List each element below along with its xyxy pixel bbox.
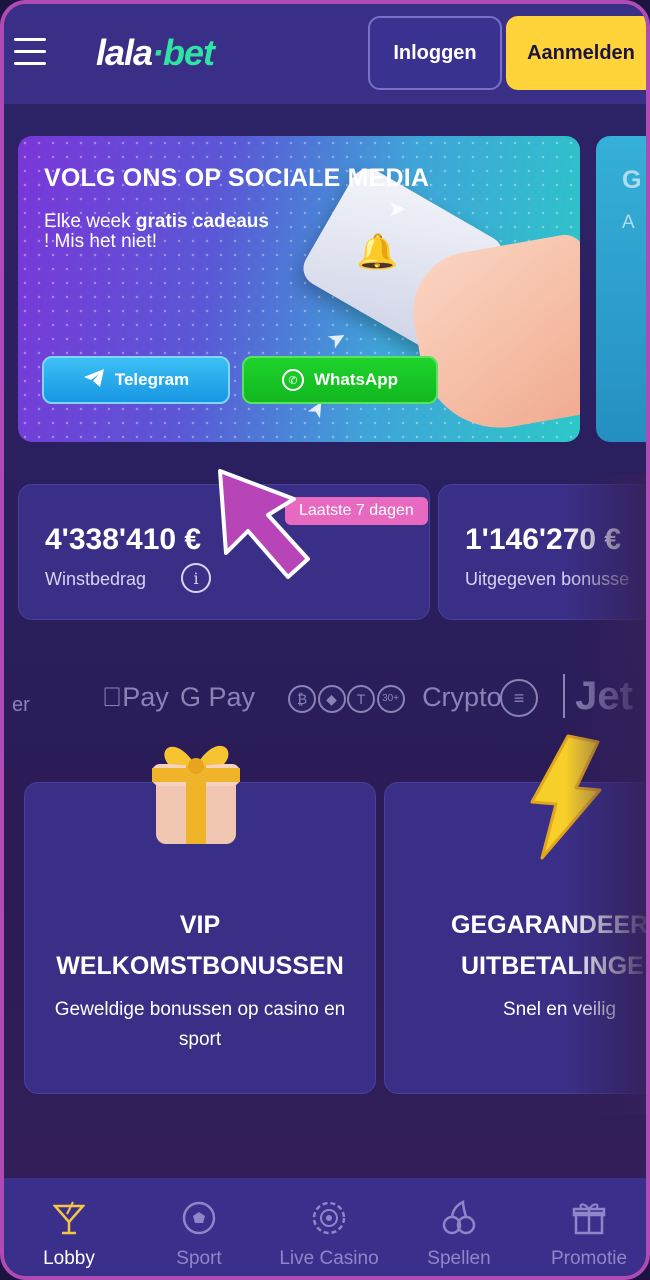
logo[interactable]: lala·bet (96, 32, 215, 74)
payment-methods-strip: er Pay G Pay ₿ ◆ T 30+ Crypto ≡ Jet (4, 672, 646, 732)
google-pay-logo: G Pay (180, 682, 256, 712)
whatsapp-button[interactable]: ✆ WhatsApp (242, 356, 438, 404)
info-icon[interactable]: i (181, 563, 211, 593)
banner-subtitle: Elke week gratis cadeaus ! Mis het niet! (44, 211, 269, 252)
nav-live-casino[interactable]: Live Casino (264, 1198, 394, 1270)
bonus-amount-card: 1'146'270 € Uitgegeven bonusse (438, 484, 646, 620)
card-title: GEGARANDEER UITBETALINGE (451, 911, 649, 980)
nav-promotions[interactable]: Promotie (524, 1198, 646, 1270)
bonus-amount-value: 1'146'270 € (465, 523, 622, 556)
top-header: lala·bet Inloggen Aanmelden (4, 4, 646, 104)
win-amount-label: Winstbedrag (45, 569, 147, 589)
nav-sport[interactable]: Sport (134, 1198, 264, 1270)
paper-plane-icon: ➤ (388, 196, 407, 221)
bitcoin-icon: ₿ (288, 684, 316, 713)
crypto-logos: ₿ ◆ T 30+ Crypto (288, 682, 502, 713)
bottom-navigation: Lobby Sport Live Casino Spellen Promotie (4, 1178, 646, 1276)
nav-lobby[interactable]: Lobby (4, 1198, 134, 1270)
banner-title: VOLG ONS OP SOCIALE MEDIA (44, 164, 430, 192)
win-amount-card: Laatste 7 dagen 4'338'410 € Winstbedrag … (18, 484, 430, 620)
cocktail-icon (4, 1198, 134, 1238)
next-banner-peek[interactable]: G A (596, 136, 646, 442)
gift-icon (524, 1198, 646, 1238)
login-button[interactable]: Inloggen (368, 16, 502, 90)
telegram-icon (83, 368, 105, 393)
cherries-icon (394, 1198, 524, 1238)
bonus-amount-label: Uitgegeven bonusse (465, 569, 630, 589)
nav-games[interactable]: Spellen (394, 1198, 524, 1270)
telegram-button[interactable]: Telegram (42, 356, 230, 404)
jeton-icon: ≡ (500, 679, 538, 718)
card-description: Snel en veilig (503, 999, 617, 1020)
register-button[interactable]: Aanmelden (506, 16, 646, 90)
jeton-logo: ≡ Jet (500, 674, 633, 719)
apple-pay-logo: Pay (102, 682, 169, 712)
apple-icon:  (102, 682, 122, 712)
win-amount-value: 4'338'410 € (45, 523, 202, 556)
period-badge: Laatste 7 dagen (285, 497, 428, 525)
ethereum-icon: ◆ (317, 684, 346, 713)
gift-box-icon (152, 745, 240, 844)
app-frame: lala·bet Inloggen Aanmelden 🔔 ➤ ➤ ➤ VOLG… (0, 0, 650, 1280)
whatsapp-icon: ✆ (281, 369, 304, 391)
payment-peek: er (12, 694, 30, 716)
lightning-bolt-icon (530, 734, 602, 860)
guaranteed-payouts-card[interactable]: GEGARANDEER UITBETALINGE Snel en veilig (384, 782, 649, 1094)
menu-icon[interactable] (14, 38, 48, 68)
casino-chip-icon (264, 1198, 394, 1238)
card-title: VIP WELKOMSTBONUSSEN (56, 911, 344, 980)
bell-icon: 🔔 (356, 233, 399, 271)
tether-icon: T (347, 684, 376, 713)
crypto-more-badge: 30+ (376, 684, 405, 713)
football-icon (134, 1198, 264, 1238)
card-description: Geweldige bonussen op casino en sport (54, 999, 346, 1050)
